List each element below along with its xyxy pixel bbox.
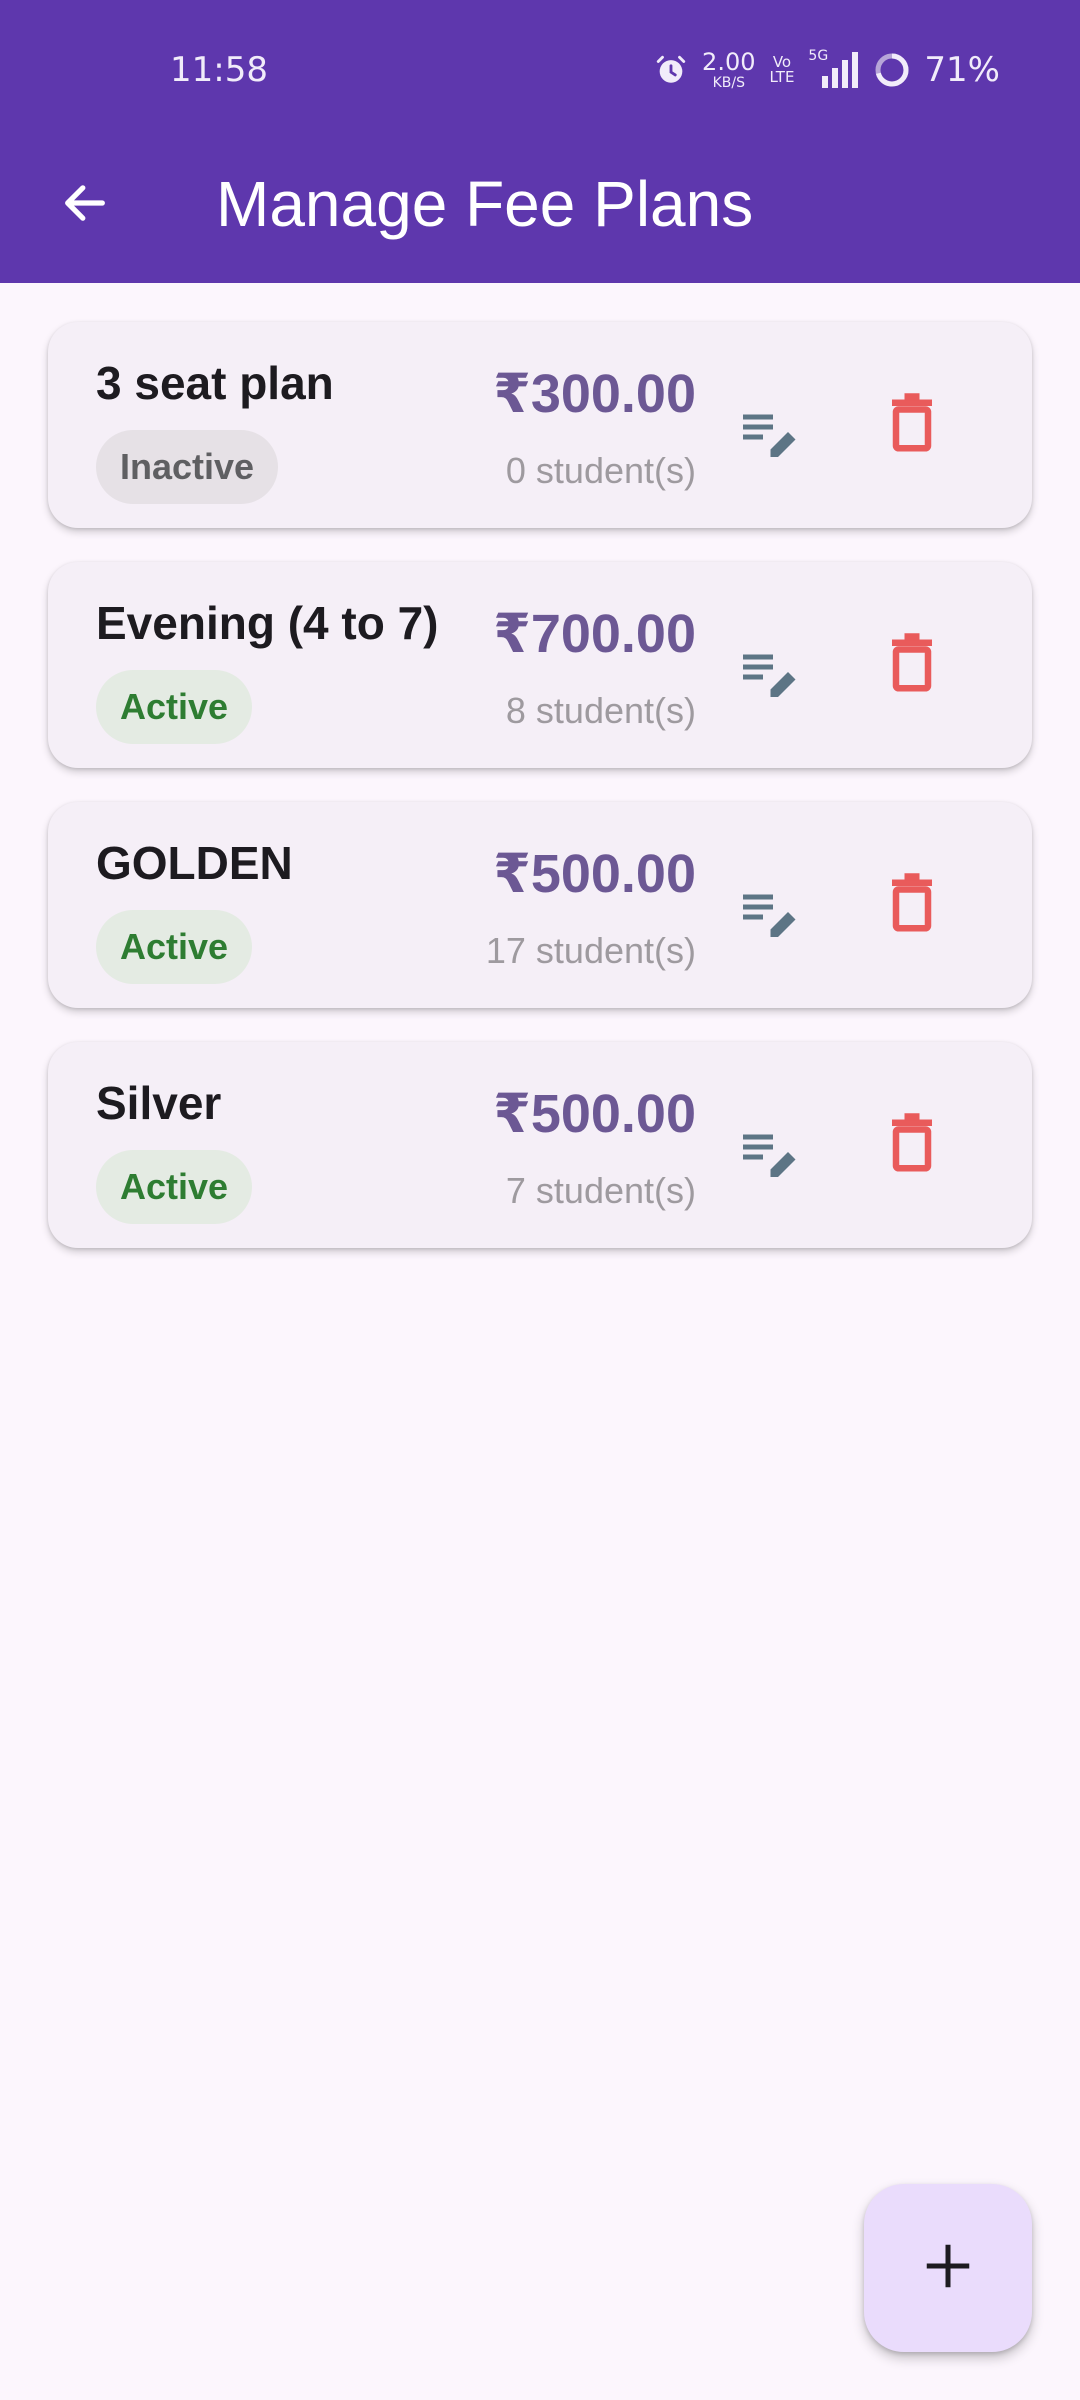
plan-name: Evening (4 to 7) xyxy=(96,597,439,649)
alarm-icon xyxy=(654,53,688,87)
edit-list-icon xyxy=(738,642,798,707)
battery-percent: 71% xyxy=(924,50,1000,90)
edit-button[interactable] xyxy=(728,634,808,714)
fee-plan-card[interactable]: Silver Active ₹500.00 7 student(s) xyxy=(48,1042,1032,1248)
status-badge: Active xyxy=(96,910,253,984)
trash-icon xyxy=(887,1112,937,1177)
arrow-back-icon xyxy=(59,177,111,234)
plus-icon xyxy=(923,2241,973,2296)
plan-price: ₹500.00 xyxy=(493,1084,696,1144)
signal-icon: 5G xyxy=(808,48,860,88)
delete-button[interactable] xyxy=(872,864,952,944)
back-button[interactable] xyxy=(50,170,120,240)
plan-name: GOLDEN xyxy=(96,837,293,889)
delete-button[interactable] xyxy=(872,624,952,704)
edit-list-icon xyxy=(738,1122,798,1187)
plan-price: ₹700.00 xyxy=(493,604,696,664)
status-badge: Active xyxy=(96,670,253,744)
status-badge: Inactive xyxy=(96,430,279,504)
edit-button[interactable] xyxy=(728,874,808,954)
plan-price: ₹300.00 xyxy=(493,364,696,424)
trash-icon xyxy=(887,632,937,697)
edit-button[interactable] xyxy=(728,1114,808,1194)
volte-bottom: LTE xyxy=(769,68,795,86)
plan-name: 3 seat plan xyxy=(96,357,334,409)
delete-button[interactable] xyxy=(872,384,952,464)
trash-icon xyxy=(887,392,937,457)
student-count: 17 student(s) xyxy=(485,930,696,971)
page-title: Manage Fee Plans xyxy=(216,168,754,240)
volte-indicator: Vo LTE xyxy=(769,55,794,85)
status-badge: Active xyxy=(96,1150,253,1224)
net-speed-value: 2.00 xyxy=(702,48,756,76)
trash-icon xyxy=(887,872,937,937)
student-count: 7 student(s) xyxy=(505,1170,696,1211)
student-count: 0 student(s) xyxy=(505,450,696,491)
app-bar: Manage Fee Plans xyxy=(0,140,1080,283)
fee-plan-list: 3 seat plan Inactive ₹300.00 0 student(s… xyxy=(48,322,1032,1282)
edit-list-icon xyxy=(738,402,798,467)
edit-list-icon xyxy=(738,882,798,947)
fee-plan-card[interactable]: Evening (4 to 7) Active ₹700.00 8 studen… xyxy=(48,562,1032,768)
fee-plan-card[interactable]: GOLDEN Active ₹500.00 17 student(s) xyxy=(48,802,1032,1008)
battery-ring-icon xyxy=(874,52,910,88)
status-time: 11:58 xyxy=(170,50,268,90)
plan-name: Silver xyxy=(96,1077,222,1129)
fee-plan-card[interactable]: 3 seat plan Inactive ₹300.00 0 student(s… xyxy=(48,322,1032,528)
status-icons: 2.00 KB/S Vo LTE 5G 71% xyxy=(654,48,1000,90)
delete-button[interactable] xyxy=(872,1104,952,1184)
status-bar: 11:58 2.00 KB/S Vo LTE 5G 71% xyxy=(0,0,1080,140)
plan-price: ₹500.00 xyxy=(493,844,696,904)
student-count: 8 student(s) xyxy=(505,690,696,731)
add-plan-button[interactable] xyxy=(864,2184,1032,2352)
net-speed: 2.00 KB/S xyxy=(702,50,755,90)
edit-button[interactable] xyxy=(728,394,808,474)
net-speed-unit: KB/S xyxy=(712,75,745,91)
